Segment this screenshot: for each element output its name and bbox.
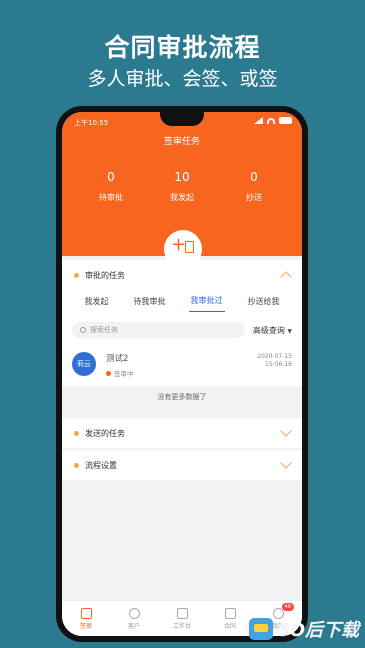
search-input[interactable]: 搜索任务 <box>72 322 245 338</box>
tab-pending-my-approval[interactable]: 待我审批 <box>132 293 168 312</box>
status-badge: 签审中 <box>106 368 292 378</box>
flow-card: 流程设置 <box>62 450 302 480</box>
bullet-dot <box>74 272 79 278</box>
chevron-up-icon[interactable] <box>280 270 292 283</box>
nav-item-workbench[interactable]: 工作台 <box>162 607 202 630</box>
no-more-data: 没有更多数据了 <box>62 386 302 408</box>
avatar: 莉云 <box>72 352 96 376</box>
stat-value: 10 <box>174 170 190 184</box>
chevron-down-icon[interactable] <box>280 425 292 437</box>
status-time: 上午10:55 <box>74 119 109 127</box>
nav-label: 工作台 <box>172 622 191 630</box>
section-title: 审批的任务 <box>85 270 125 280</box>
chevron-down-icon[interactable] <box>280 457 292 469</box>
nav-label: 客户 <box>127 622 140 630</box>
nav-item-contract[interactable]: 合同 <box>210 607 250 630</box>
document-icon <box>185 241 194 253</box>
plus-icon: + <box>171 234 187 255</box>
caret-down-icon: ▼ <box>287 327 292 335</box>
approval-tabs: 我发起 待我审批 我审批过 抄送给我 <box>62 290 302 314</box>
stat-label: 抄送 <box>246 193 262 202</box>
customers-icon <box>128 607 140 619</box>
approval-card: 审批的任务 我发起 待我审批 我审批过 抄送给我 搜索任务 高级查询 ▼ 莉云 … <box>62 260 302 408</box>
watermark-text: 8O后下载 <box>277 620 359 641</box>
flow-section-header[interactable]: 流程设置 <box>62 450 302 480</box>
status-icons <box>254 117 292 124</box>
camera-notch <box>160 112 204 126</box>
task-date: 2020-07-15 <box>257 353 292 360</box>
section-title: 流程设置 <box>85 460 117 470</box>
notification-badge: 48 <box>281 602 294 611</box>
status-text: 签审中 <box>114 370 134 378</box>
search-row: 搜索任务 高级查询 ▼ <box>62 314 302 342</box>
stat-value: 0 <box>250 170 258 184</box>
watermark: 8O后下载 <box>249 616 359 642</box>
bullet-dot <box>74 462 79 468</box>
new-task-button[interactable]: + <box>164 230 202 268</box>
stat-label: 待审批 <box>99 193 123 202</box>
task-row[interactable]: 莉云 测试2 签审中 2020-07-15 15:56:16 <box>62 342 302 386</box>
task-timestamp: 2020-07-15 15:56:16 <box>257 353 292 369</box>
nav-label: 合同 <box>223 622 236 630</box>
advanced-search-button[interactable]: 高级查询 ▼ <box>253 325 292 336</box>
advanced-search-label: 高级查询 <box>252 325 285 335</box>
page-title: 签审任务 <box>163 137 200 147</box>
sent-section-header[interactable]: 发送的任务 <box>62 418 302 448</box>
app-screen: 上午10:55 签审任务 0 待审批 10 我发起 0 抄送 + 审批的任务 我… <box>62 112 302 636</box>
battery-icon <box>279 117 292 124</box>
stat-label: 我发起 <box>170 193 194 202</box>
tab-approved-by-me[interactable]: 我审批过 <box>188 292 225 312</box>
workbench-icon <box>176 607 188 619</box>
stat-value: 0 <box>107 170 115 184</box>
phone-frame: 上午10:55 签审任务 0 待审批 10 我发起 0 抄送 + 审批的任务 我… <box>56 106 308 642</box>
bullet-dot <box>74 430 79 436</box>
status-dot-icon <box>106 370 111 376</box>
stat-cc[interactable]: 0 抄送 <box>219 170 289 203</box>
nav-item-customers[interactable]: 客户 <box>114 607 154 630</box>
section-title: 发送的任务 <box>85 428 125 438</box>
tab-my-initiated[interactable]: 我发起 <box>83 293 111 312</box>
promo-subtitle: 多人审批、会签、或签 <box>87 68 278 90</box>
wifi-icon <box>267 117 275 124</box>
watermark-logo-icon <box>249 618 274 640</box>
search-icon <box>80 327 86 333</box>
sent-card: 发送的任务 <box>62 418 302 448</box>
task-time: 15:56:16 <box>265 361 292 368</box>
stat-pending[interactable]: 0 待审批 <box>76 170 146 203</box>
promo-title: 合同审批流程 <box>104 33 261 62</box>
nav-label: 签审 <box>79 622 92 630</box>
tab-cc-to-me[interactable]: 抄送给我 <box>246 293 282 312</box>
contract-icon <box>224 607 236 619</box>
stat-initiated[interactable]: 10 我发起 <box>147 170 217 203</box>
search-placeholder: 搜索任务 <box>90 326 118 334</box>
signal-icon <box>254 117 263 124</box>
nav-item-sign[interactable]: 签审 <box>66 607 106 630</box>
sign-icon <box>80 607 92 619</box>
